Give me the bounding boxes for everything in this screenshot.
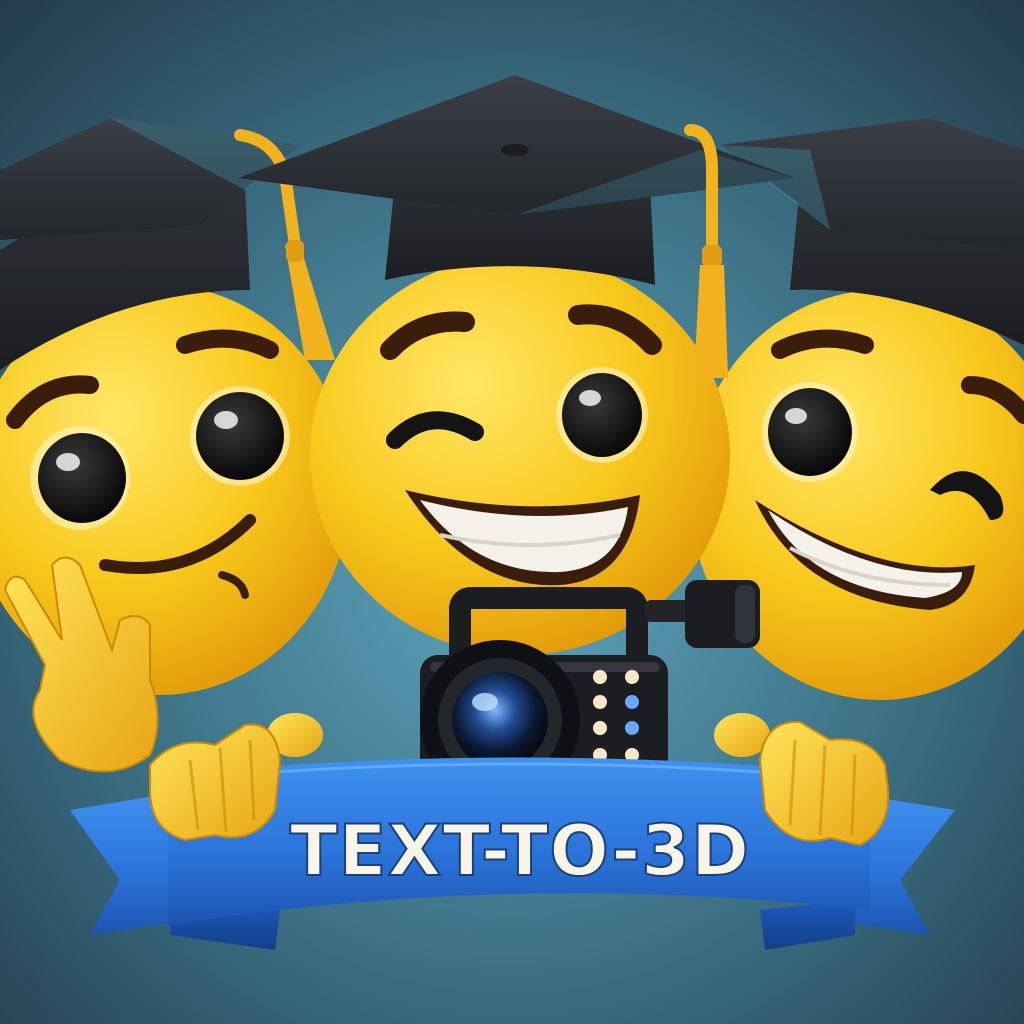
banner-title: TEXT-TO-3D [290, 810, 750, 892]
scene-illustration: TEXT-TO-3D [0, 0, 1024, 1024]
